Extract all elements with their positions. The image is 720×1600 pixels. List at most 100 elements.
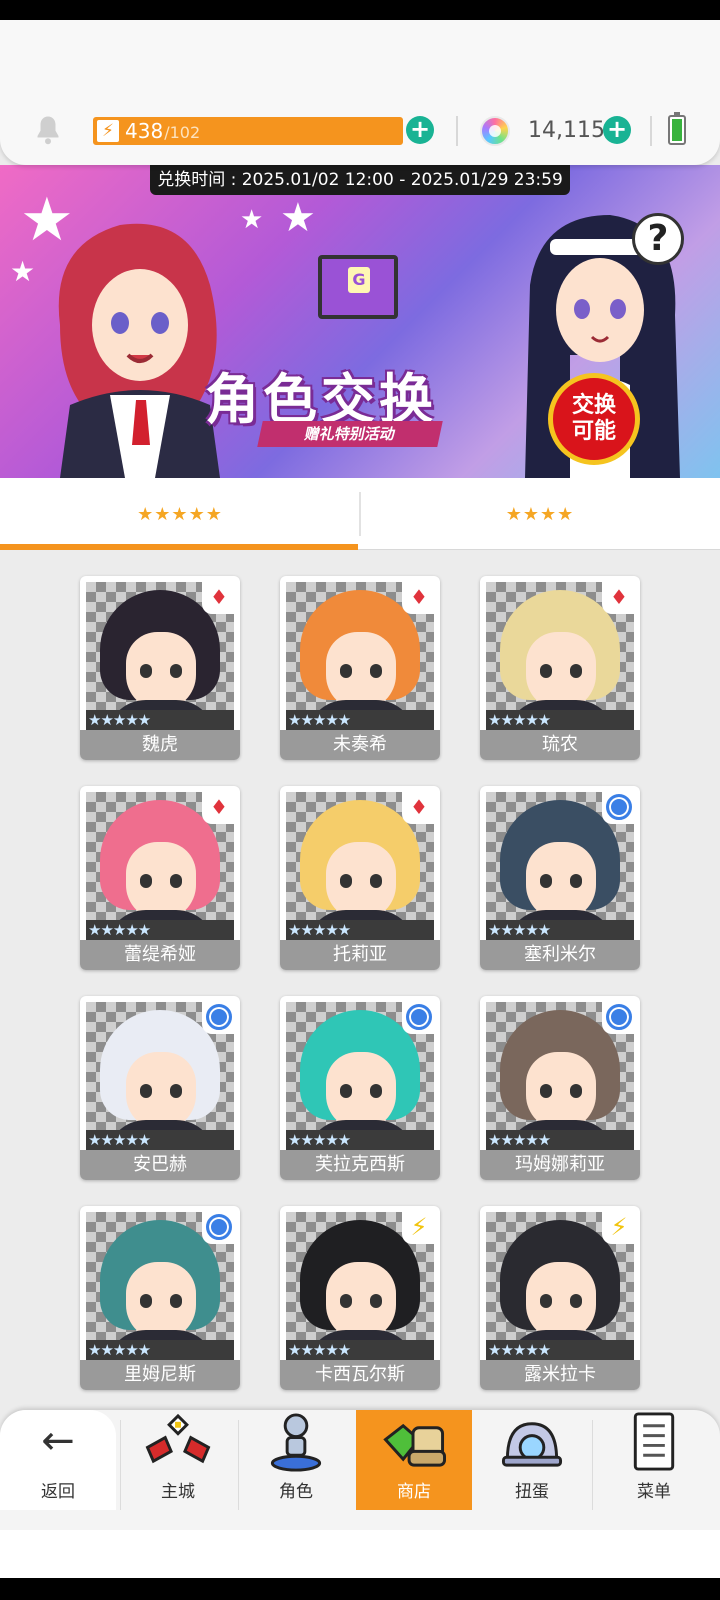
exchange-time: 兑换时间 : 2025.01/02 12:00 - 2025.01/29 23:… <box>150 165 570 195</box>
portrait-eye <box>170 874 182 888</box>
portrait-eye <box>340 1084 352 1098</box>
character-name: 芙拉克西斯 <box>280 1150 440 1180</box>
battery-icon <box>668 112 686 145</box>
banner-character-left <box>58 223 220 478</box>
portrait-eye <box>570 874 582 888</box>
add-gems-button[interactable]: + <box>603 116 631 144</box>
nav-label: 角色 <box>279 1482 313 1502</box>
shop-icon <box>383 1423 446 1467</box>
rarity-stars: ★★★★★ <box>286 920 434 940</box>
portrait-face <box>326 1262 396 1340</box>
circle-element-icon <box>202 1000 236 1034</box>
nav-label: 扭蛋 <box>515 1482 549 1502</box>
portrait-face <box>526 842 596 920</box>
character-name: 未奏希 <box>280 730 440 760</box>
character-card[interactable]: ♦ ★★★★★ 魏虎 <box>80 576 240 760</box>
character-card[interactable]: ♦ ★★★★★ 琉农 <box>480 576 640 760</box>
character-name: 露米拉卡 <box>480 1360 640 1390</box>
portrait-face <box>526 1052 596 1130</box>
notification-bell-icon[interactable] <box>30 112 66 148</box>
envelope-icon <box>318 255 398 319</box>
rarity-stars: ★★★★★ <box>486 1340 634 1360</box>
nav-shop[interactable]: 商店 <box>356 1410 472 1510</box>
bottom-navigation: ← 返回 主城 角色 商店 扭蛋 菜单 <box>0 1410 720 1530</box>
rarity-stars: ★★★★★ <box>286 1130 434 1150</box>
character-name: 琉农 <box>480 730 640 760</box>
rarity-stars: ★★★★★ <box>486 920 634 940</box>
gem-icon <box>480 116 510 146</box>
badge-text: 交换可能 <box>571 393 616 444</box>
diamond-element-icon: ♦ <box>602 580 636 614</box>
portrait-face <box>126 842 196 920</box>
character-card[interactable]: ⚡ ★★★★★ 露米拉卡 <box>480 1206 640 1390</box>
rarity-stars: ★★★★★ <box>486 710 634 730</box>
star-icon: ★ <box>280 195 316 241</box>
energy-current: 438 <box>125 119 164 143</box>
portrait-eye <box>540 1084 552 1098</box>
gem-count: 14,115 <box>528 118 605 143</box>
character-grid: ♦ ★★★★★ 魏虎 ♦ ★★★★★ 未奏希 ♦ ★★★★★ 琉农 ♦ ★★★★★ 蕾缇希娅 ♦ ★★★★… <box>0 550 720 1420</box>
divider <box>456 116 458 146</box>
diamond-element-icon: ♦ <box>202 790 236 824</box>
energy-bar: ⚡ 438 /102 <box>93 117 403 145</box>
character-card[interactable]: ★★★★★ 芙拉克西斯 <box>280 996 440 1180</box>
character-card[interactable]: ★★★★★ 玛姆娜莉亚 <box>480 996 640 1180</box>
character-name: 卡西瓦尔斯 <box>280 1360 440 1390</box>
nav-menu[interactable]: 菜单 <box>596 1410 712 1510</box>
star-icon: ★ <box>10 255 36 288</box>
character-name: 里姆尼斯 <box>80 1360 240 1390</box>
nav-label: 菜单 <box>637 1482 671 1502</box>
circle-element-icon <box>202 1210 236 1244</box>
character-card[interactable]: ★★★★★ 里姆尼斯 <box>80 1206 240 1390</box>
portrait-eye <box>170 664 182 678</box>
character-card[interactable]: ⚡ ★★★★★ 卡西瓦尔斯 <box>280 1206 440 1390</box>
divider <box>650 116 652 146</box>
energy-bolt-icon: ⚡ <box>97 120 119 142</box>
nav-main-city[interactable]: 主城 <box>120 1410 236 1510</box>
nav-character[interactable]: 角色 <box>238 1410 354 1510</box>
character-card[interactable]: ★★★★★ 塞利米尔 <box>480 786 640 970</box>
portrait-face <box>126 1262 196 1340</box>
portrait-eye <box>170 1294 182 1308</box>
bottom-strip <box>0 1530 720 1578</box>
character-card[interactable]: ♦ ★★★★★ 蕾缇希娅 <box>80 786 240 970</box>
top-status-bar: ⚡ 438 /102 + 14,115 + <box>0 20 720 165</box>
nav-back[interactable]: ← 返回 <box>0 1410 116 1510</box>
castle-icon <box>145 1413 211 1464</box>
circle-element-icon <box>402 1000 436 1034</box>
portrait-eye <box>170 1084 182 1098</box>
nav-gacha[interactable]: 扭蛋 <box>474 1410 590 1510</box>
portrait-face <box>326 632 396 710</box>
character-card[interactable]: ♦ ★★★★★ 托莉亚 <box>280 786 440 970</box>
portrait-eye <box>340 1294 352 1308</box>
menu-icon <box>633 1412 675 1471</box>
rarity-stars: ★★★★★ <box>86 920 234 940</box>
character-name: 安巴赫 <box>80 1150 240 1180</box>
portrait-eye <box>370 1084 382 1098</box>
tab-5-star[interactable]: ★★★★★ <box>0 478 360 550</box>
rarity-stars: ★★★★★ <box>86 1130 234 1150</box>
character-name: 蕾缇希娅 <box>80 940 240 970</box>
portrait-face <box>326 842 396 920</box>
rarity-stars: ★★★★★ <box>286 1340 434 1360</box>
character-card[interactable]: ★★★★★ 安巴赫 <box>80 996 240 1180</box>
rarity-tabs: ★★★★★ ★★★★ <box>0 478 720 550</box>
portrait-eye <box>570 1294 582 1308</box>
energy-max: /102 <box>164 123 201 142</box>
character-card[interactable]: ♦ ★★★★★ 未奏希 <box>280 576 440 760</box>
portrait-eye <box>570 1084 582 1098</box>
banner-subtitle: 赠礼特别活动 <box>257 421 443 447</box>
event-banner: ★ ★ ★ ★ 兑换时间 : 2025.01/02 12:00 - 2025.0… <box>0 165 720 478</box>
gacha-icon <box>501 1422 563 1467</box>
add-energy-button[interactable]: + <box>406 116 434 144</box>
rarity-stars: ★★★★★ <box>86 1340 234 1360</box>
portrait-face <box>126 632 196 710</box>
portrait-eye <box>340 664 352 678</box>
tab-4-star[interactable]: ★★★★ <box>360 478 720 550</box>
help-button[interactable]: ? <box>632 213 684 265</box>
portrait-eye <box>370 874 382 888</box>
rarity-stars: ★★★★★ <box>286 710 434 730</box>
portrait-face <box>126 1052 196 1130</box>
portrait-eye <box>340 874 352 888</box>
circle-element-icon <box>602 1000 636 1034</box>
